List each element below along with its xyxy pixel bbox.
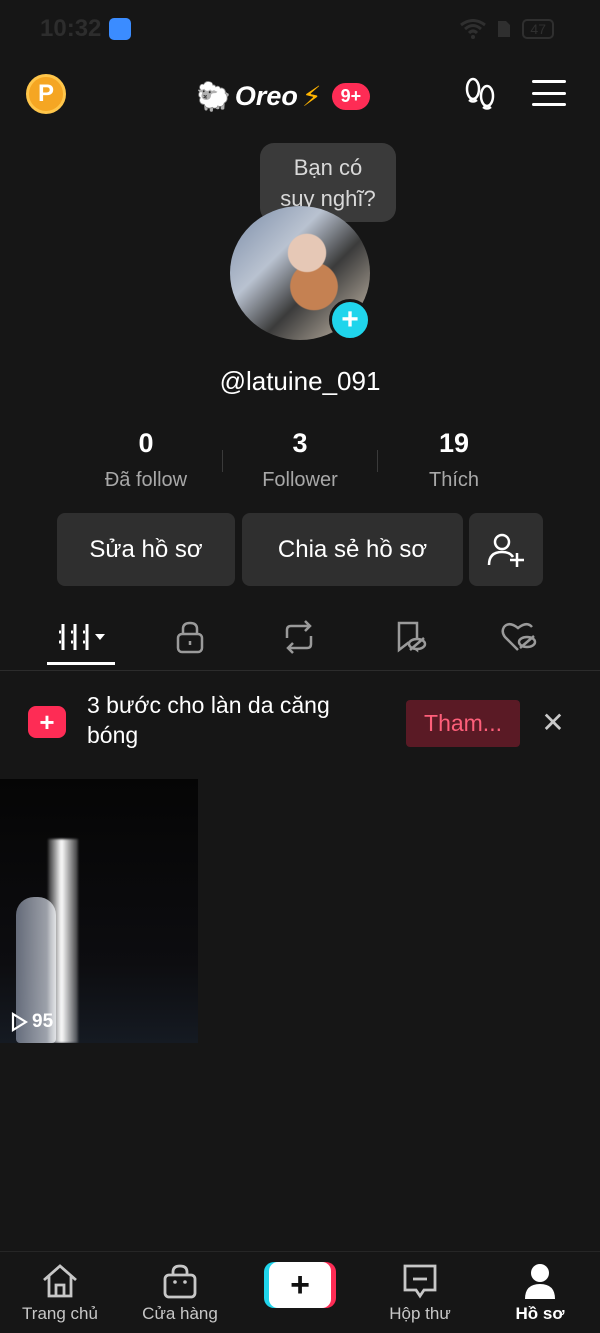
nav-home[interactable]: Trang chủ: [0, 1262, 120, 1324]
stat-value: 0: [138, 428, 154, 458]
bottom-nav: Trang chủ Cửa hàng + Hộp thư Hồ sơ: [0, 1251, 600, 1333]
repost-icon: [285, 620, 313, 654]
create-button[interactable]: +: [264, 1262, 336, 1308]
heart-hidden-icon: [501, 623, 537, 651]
create-plus: +: [290, 1266, 310, 1304]
thought-line-1: Bạn có: [293, 155, 363, 180]
stat-label: Thích: [428, 469, 480, 491]
active-tab-indicator: [47, 662, 115, 665]
tab-liked[interactable]: [494, 617, 544, 657]
plus-icon: +: [341, 303, 359, 336]
stat-value: 19: [438, 428, 470, 458]
content-tabs: [0, 603, 600, 671]
view-count-value: 95: [32, 1011, 54, 1032]
profile-icon: [525, 1264, 555, 1299]
profile-stats: 0 Đã follow 3 Follower 19 Thích: [0, 428, 600, 498]
create-plus-icon: +: [269, 1262, 331, 1308]
nav-shop-label: Cửa hàng: [142, 1304, 218, 1323]
stat-likes[interactable]: 19 Thích: [374, 428, 534, 492]
battery-level: 47: [530, 21, 546, 37]
account-switcher[interactable]: 🐑 Oreo ⚡ 9+: [196, 76, 371, 116]
promo-text: 3 bước cho làn da căng bóng: [87, 692, 330, 748]
stat-label: Follower: [262, 469, 338, 491]
coin-icon[interactable]: P: [26, 74, 66, 114]
battery-icon: 47: [522, 19, 554, 39]
close-icon[interactable]: ✕: [540, 709, 566, 737]
stat-followers[interactable]: 3 Follower: [220, 428, 380, 492]
inbox-icon: [403, 1264, 437, 1299]
stat-value: 3: [292, 428, 308, 458]
profile-handle: @latuine_091: [219, 366, 381, 396]
profile-header: P 🐑 Oreo ⚡ 9+: [0, 68, 600, 120]
promo-banner[interactable]: + 3 bước cho làn da căng bóng Tham... ✕: [0, 686, 600, 766]
stat-following[interactable]: 0 Đã follow: [66, 428, 226, 492]
sheep-icon: 🐑: [196, 80, 231, 112]
profile-actions: Sửa hồ sơ Chia sẻ hồ sơ: [0, 513, 600, 586]
first-aid-icon: +: [28, 706, 66, 738]
promo-join-button[interactable]: Tham...: [406, 700, 520, 747]
avatar-add-button[interactable]: +: [329, 299, 371, 341]
app-notification-icon: [109, 18, 132, 40]
nav-profile-label: Hồ sơ: [515, 1304, 565, 1323]
sim-icon: [498, 21, 511, 37]
nav-home-label: Trang chủ: [22, 1304, 98, 1323]
nav-shop[interactable]: Cửa hàng: [120, 1262, 240, 1324]
notification-badge: 9+: [331, 82, 371, 110]
nav-inbox[interactable]: Hộp thư: [360, 1262, 480, 1324]
menu-icon[interactable]: [532, 80, 566, 106]
tab-favorites[interactable]: [385, 617, 435, 657]
shopping-bag-icon: [163, 1264, 197, 1299]
promo-button-label: Tham...: [424, 710, 502, 736]
coin-label: P: [37, 80, 54, 107]
tab-reposts[interactable]: [274, 617, 324, 657]
lightning-icon: ⚡: [301, 80, 322, 112]
nav-profile[interactable]: Hồ sơ: [480, 1262, 600, 1324]
promo-icon-plus: +: [39, 706, 55, 737]
nav-inbox-label: Hộp thư: [389, 1304, 451, 1323]
add-user-icon: [487, 533, 524, 567]
view-count: 95: [10, 1011, 53, 1033]
tab-private[interactable]: [165, 617, 215, 657]
stat-label: Đã follow: [104, 469, 188, 491]
home-icon: [43, 1264, 77, 1298]
footprints-icon[interactable]: [462, 76, 498, 112]
header-username: Oreo: [234, 80, 298, 111]
bookmark-hidden-icon: [397, 621, 427, 653]
add-friend-button[interactable]: [469, 513, 543, 586]
status-time: 10:32: [40, 15, 102, 42]
video-thumbnail[interactable]: 95: [0, 779, 198, 1043]
play-icon: [11, 1012, 28, 1032]
grid-filter-icon: [59, 624, 105, 650]
edit-profile-button[interactable]: Sửa hồ sơ: [57, 513, 235, 586]
wifi-icon: [460, 19, 487, 39]
edit-profile-label: Sửa hồ sơ: [89, 535, 203, 563]
tab-videos[interactable]: [50, 617, 114, 657]
lock-icon: [176, 621, 204, 654]
share-profile-button[interactable]: Chia sẻ hồ sơ: [242, 513, 463, 586]
status-bar: 10:32 47: [0, 0, 600, 58]
share-profile-label: Chia sẻ hồ sơ: [277, 535, 428, 563]
